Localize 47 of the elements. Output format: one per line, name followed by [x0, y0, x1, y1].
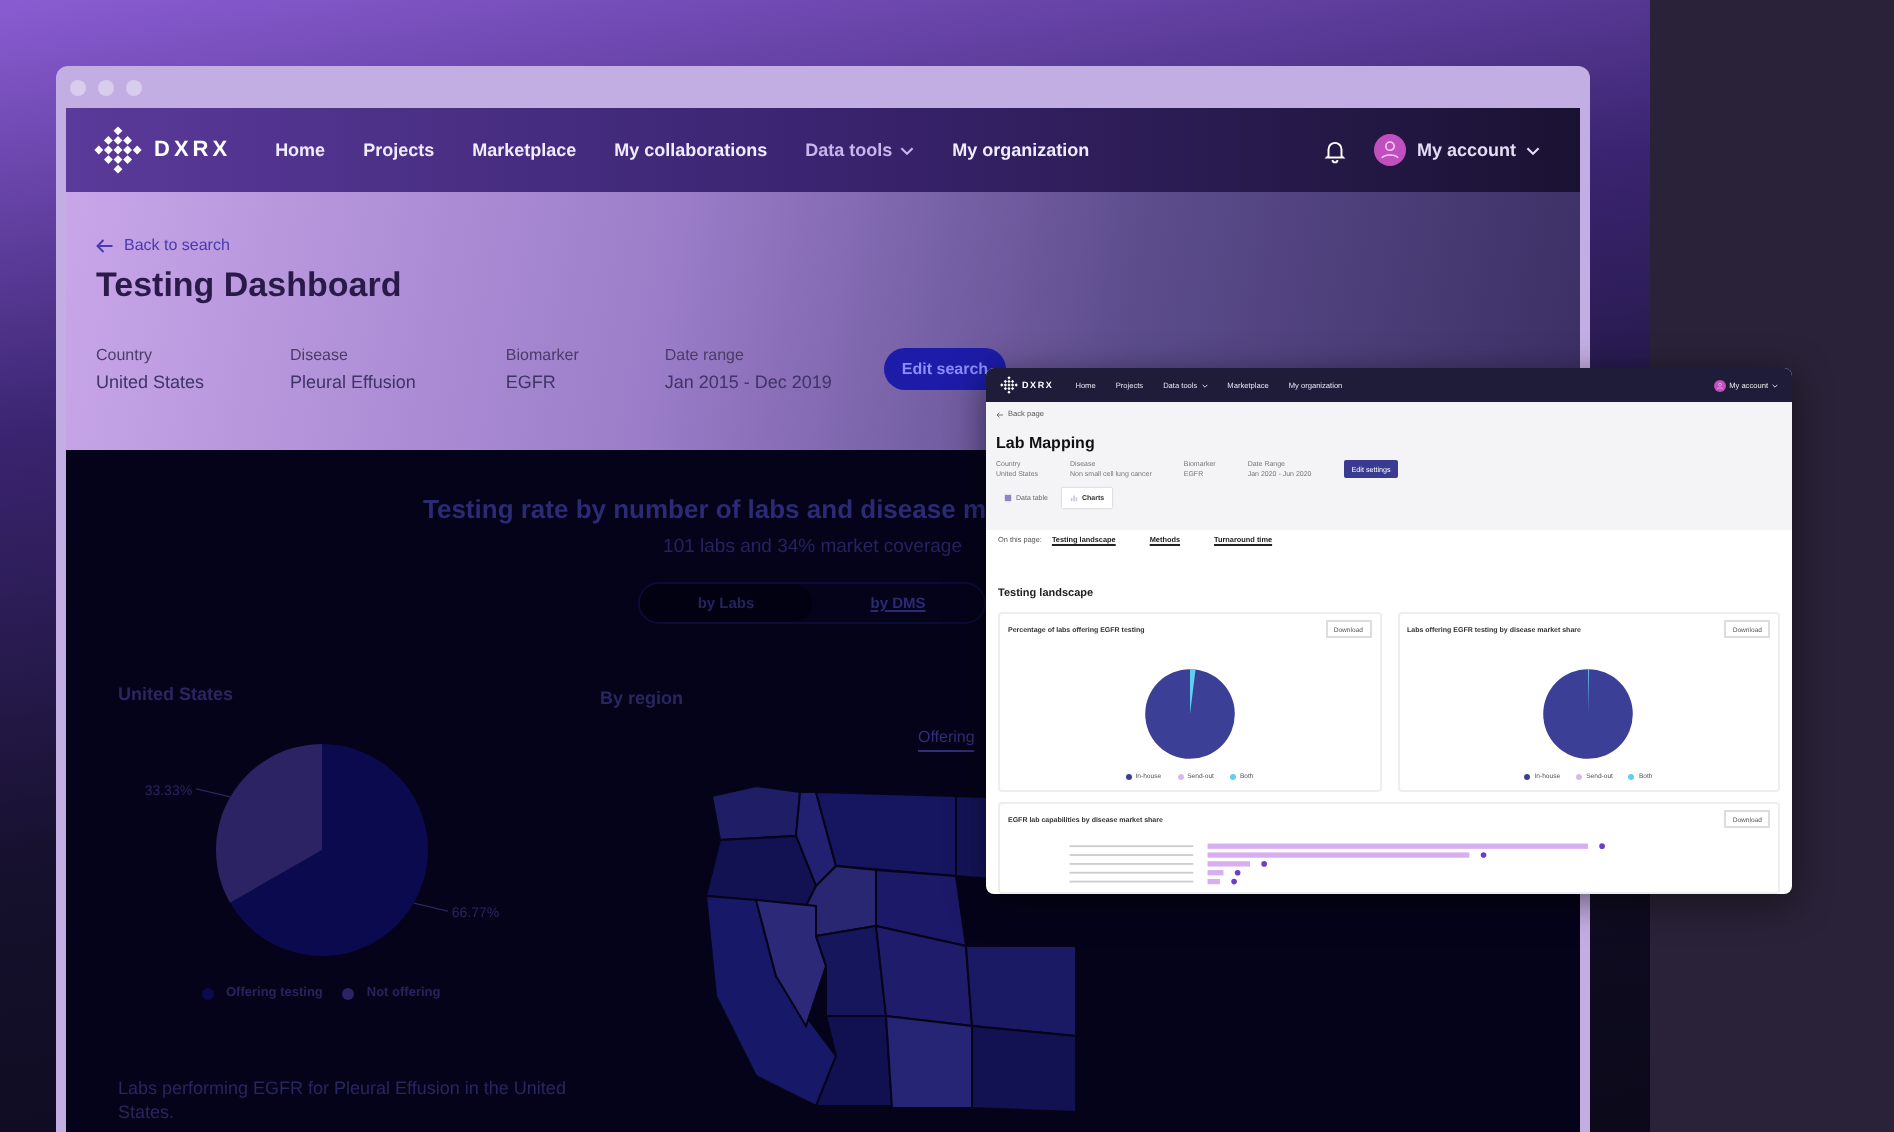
nav-link[interactable]: Projects	[363, 140, 435, 160]
filter-value: United States	[96, 372, 205, 392]
nav-link[interactable]: Marketplace	[472, 140, 577, 160]
table-icon	[1004, 494, 1012, 502]
filter-value: Pleural Effusion	[290, 372, 416, 392]
pie-chart-drawing	[1141, 666, 1238, 762]
filter-value: EGFR	[505, 372, 558, 392]
logo-icon	[94, 126, 142, 174]
filter-label: Disease	[290, 346, 350, 364]
caret-icon	[900, 145, 915, 155]
back-link[interactable]: Back to search	[96, 236, 1550, 254]
leader-line	[413, 902, 449, 912]
filter-value: Jan 2015 - Dec 2019	[664, 372, 832, 392]
nav-link[interactable]: My organization	[952, 140, 1090, 160]
arrow-left-icon	[996, 411, 1004, 417]
pie-chart-drawing	[1540, 666, 1637, 762]
caret-icon	[1772, 383, 1778, 387]
legend-dot-icon	[1229, 773, 1236, 779]
nav-link[interactable]: Home	[275, 140, 326, 160]
section-title: Testing rate by number of labs and disease m	[423, 494, 986, 524]
nav-link[interactable]: Data tools	[805, 140, 915, 160]
legend-dot-icon	[1628, 773, 1635, 779]
edit-search-button[interactable]: Edit search	[883, 348, 1007, 390]
logo-text: DXRX	[154, 138, 232, 162]
avatar-icon	[1374, 134, 1407, 166]
description-text: Labs performing EGFR for Pleural Effusion in the United States.	[118, 1076, 568, 1124]
legend-dot-icon	[1524, 773, 1531, 779]
avatar-icon	[1713, 379, 1726, 391]
account-menu[interactable]: My account	[1374, 134, 1540, 166]
arrow-left-icon	[96, 237, 114, 253]
legend-dot-icon	[1177, 773, 1184, 779]
leader-line	[195, 788, 231, 798]
caret-icon	[1526, 145, 1540, 155]
bell-icon[interactable]	[1322, 137, 1349, 163]
caret-icon	[1201, 383, 1208, 387]
panel-title: By region	[600, 688, 686, 708]
legend-dot-icon	[1576, 773, 1583, 779]
filter-label: Date range	[664, 346, 746, 364]
page-title: Lab Mapping	[996, 434, 1097, 452]
page-title: Testing Dashboard	[96, 266, 404, 306]
section-subtitle: 101 labs and 34% market coverage	[663, 536, 962, 558]
filter-label: Biomarker	[505, 346, 579, 364]
panel-title: United States	[118, 684, 236, 704]
legend-dot-icon	[1125, 773, 1132, 779]
logo-icon	[1000, 376, 1018, 394]
nav-link[interactable]: My collaborations	[614, 140, 768, 160]
filter-label: Country	[96, 346, 155, 364]
